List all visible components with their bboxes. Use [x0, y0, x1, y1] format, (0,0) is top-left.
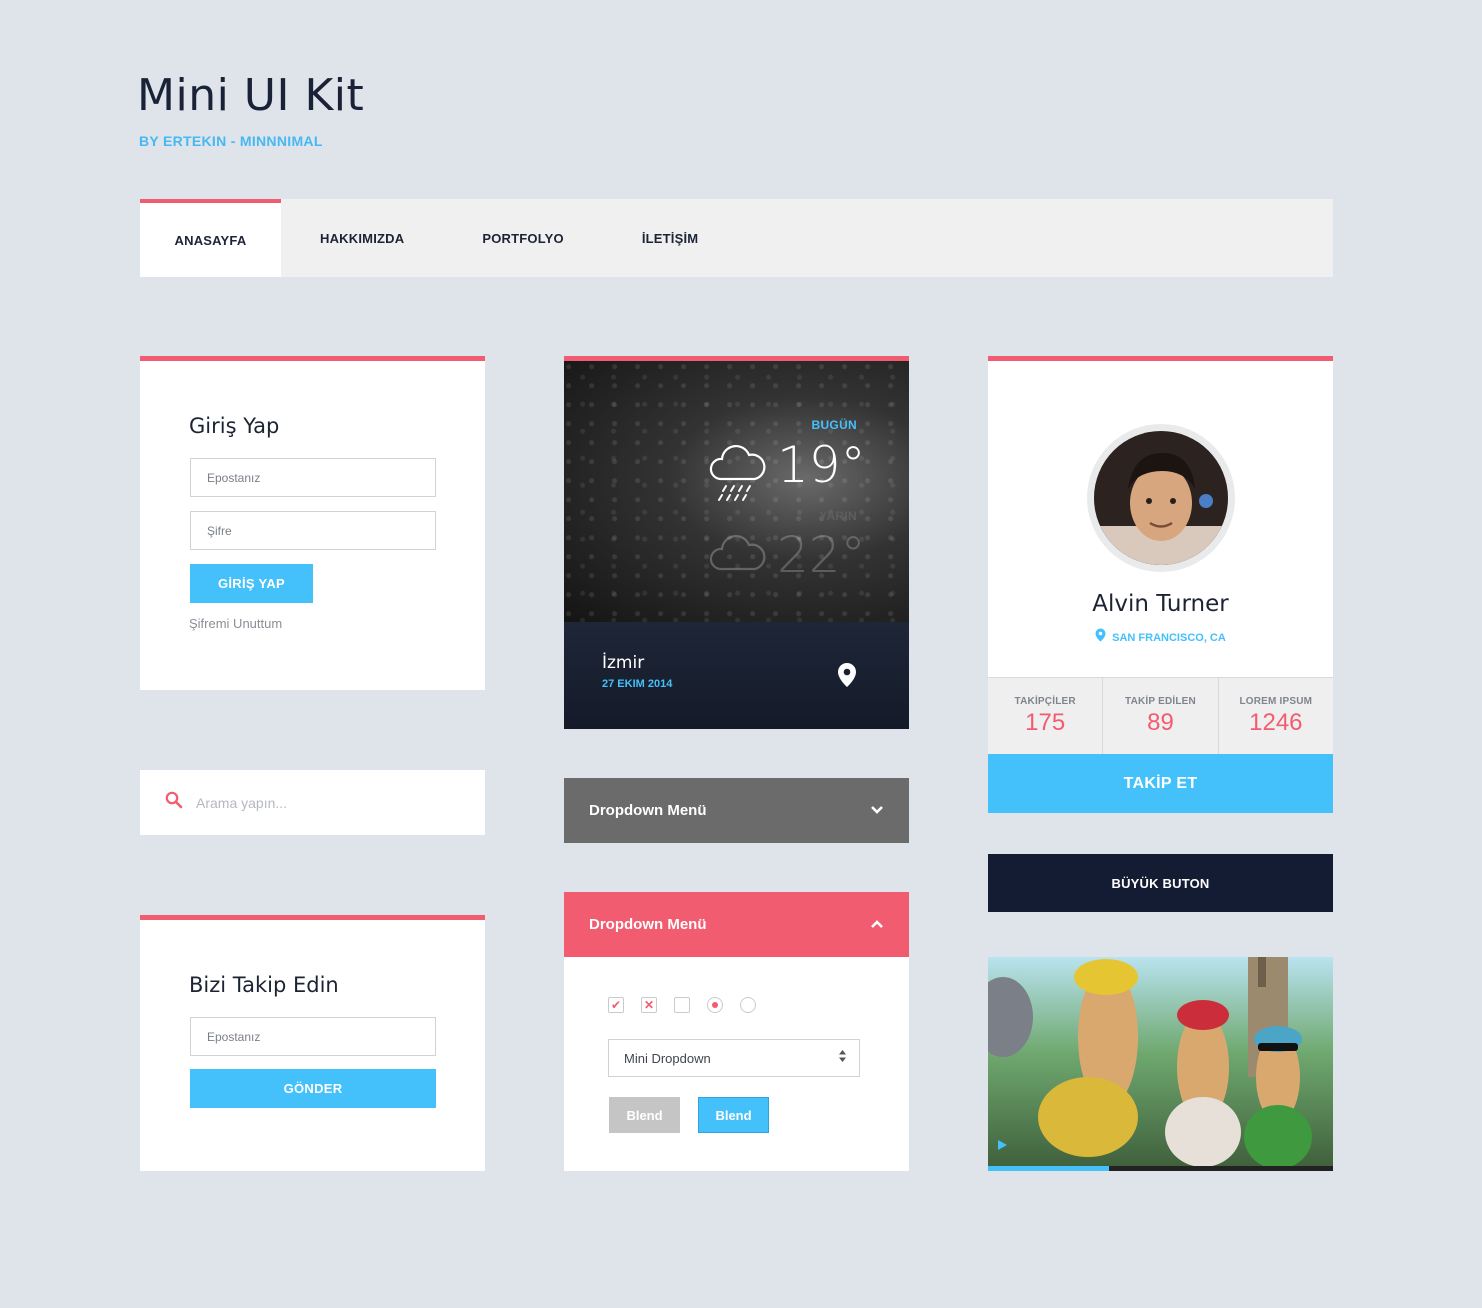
cloud-icon [706, 531, 770, 582]
select-arrows-icon [838, 1049, 847, 1068]
weather-date: 27 EKIM 2014 [602, 678, 673, 690]
location-pin-icon[interactable] [837, 662, 857, 693]
big-button[interactable]: BÜYÜK BUTON [988, 854, 1333, 912]
mini-dropdown[interactable]: Mini Dropdown [608, 1039, 860, 1077]
dropdown-menu-gray[interactable]: Dropdown Menü [564, 778, 909, 843]
location-pin-icon [1095, 628, 1106, 647]
chevron-down-icon [870, 802, 884, 820]
newsletter-email-field[interactable]: Epostanız [190, 1017, 436, 1056]
video-progress-fill [988, 1166, 1109, 1171]
login-title: Giriş Yap [189, 414, 280, 438]
forgot-password-link[interactable]: Şifremi Unuttum [189, 616, 282, 631]
search-box[interactable]: Arama yapın... [140, 770, 485, 835]
radio-empty[interactable] [740, 997, 756, 1013]
stat-lorem[interactable]: LOREM IPSUM 1246 [1219, 678, 1333, 754]
login-card: Giriş Yap Epostanız Şifre GİRİŞ YAP Şifr… [140, 356, 485, 690]
follow-button[interactable]: TAKİP ET [988, 754, 1333, 813]
profile-location: SAN FRANCISCO, CA [988, 628, 1333, 647]
newsletter-card: Bizi Takip Edin Epostanız GÖNDER [140, 915, 485, 1171]
checkbox-checked[interactable]: ✔ [608, 997, 624, 1013]
dropdown-panel: Dropdown Menü ✔ ✕ Mini Dropdown Blend Bl… [564, 892, 909, 1171]
newsletter-title: Bizi Takip Edin [189, 973, 339, 997]
radio-selected[interactable] [707, 997, 723, 1013]
blend-button-gray[interactable]: Blend [609, 1097, 680, 1133]
profile-card: Alvin Turner SAN FRANCISCO, CA TAKİPÇİLE… [988, 356, 1333, 813]
stat-label: TAKİP EDİLEN [1125, 695, 1196, 707]
tab-portfolyo[interactable]: PORTFOLYO [443, 199, 603, 277]
stat-followers[interactable]: TAKİPÇİLER 175 [988, 678, 1104, 754]
tab-iletisim[interactable]: İLETİŞİM [603, 199, 738, 277]
search-icon [165, 791, 183, 814]
mini-dropdown-label: Mini Dropdown [624, 1050, 711, 1066]
video-progress-track[interactable] [988, 1166, 1333, 1171]
newsletter-submit-button[interactable]: GÖNDER [190, 1069, 436, 1108]
weather-footer: İzmir 27 EKIM 2014 [564, 622, 909, 729]
avatar[interactable] [1094, 431, 1228, 565]
stat-label: TAKİPÇİLER [1014, 695, 1076, 707]
profile-stats: TAKİPÇİLER 175 TAKİP EDİLEN 89 LOREM IPS… [988, 677, 1333, 754]
dropdown-label: Dropdown Menü [589, 916, 707, 933]
checkbox-empty[interactable] [674, 997, 690, 1013]
tab-hakkimizda[interactable]: HAKKIMIZDA [281, 199, 443, 277]
weather-background-image: BUGÜN 19° YARIN 22° [564, 361, 909, 622]
profile-name: Alvin Turner [1092, 591, 1229, 617]
tab-anasayfa[interactable]: ANASAYFA [140, 199, 281, 277]
avatar-ring [1087, 424, 1235, 572]
video-frame-image [988, 957, 1312, 1169]
video-player[interactable] [988, 957, 1333, 1171]
page-title: Mini UI Kit [137, 70, 365, 121]
page-subtitle: BY ERTEKIN - MINNNIMAL [139, 133, 323, 149]
checkbox-crossed[interactable]: ✕ [641, 997, 657, 1013]
login-password-field[interactable]: Şifre [190, 511, 436, 550]
weather-today-label: BUGÜN [811, 418, 857, 432]
stat-value: 175 [1025, 708, 1066, 736]
chevron-up-icon [870, 916, 884, 934]
form-controls-row: ✔ ✕ [608, 997, 756, 1013]
dropdown-label: Dropdown Menü [589, 802, 707, 819]
login-submit-button[interactable]: GİRİŞ YAP [190, 564, 313, 603]
search-input[interactable]: Arama yapın... [196, 795, 287, 811]
stat-label: LOREM IPSUM [1239, 695, 1313, 707]
dropdown-menu-pink[interactable]: Dropdown Menü [564, 892, 909, 957]
stat-value: 1246 [1249, 708, 1303, 736]
weather-card: BUGÜN 19° YARIN 22° İzmir 27 EKIM 2014 [564, 356, 909, 729]
weather-tomorrow-label: YARIN [819, 509, 857, 523]
stat-value: 89 [1147, 708, 1174, 736]
weather-today-temp: 19° [777, 436, 866, 494]
profile-location-text: SAN FRANCISCO, CA [1112, 631, 1226, 644]
rain-cloud-icon [706, 441, 770, 508]
weather-tomorrow-temp: 22° [777, 526, 866, 584]
login-email-field[interactable]: Epostanız [190, 458, 436, 497]
blend-button-blue[interactable]: Blend [698, 1097, 769, 1133]
weather-city: İzmir [602, 653, 645, 673]
main-nav: ANASAYFA HAKKIMIZDA PORTFOLYO İLETİŞİM [140, 199, 1333, 277]
stat-following[interactable]: TAKİP EDİLEN 89 [1103, 678, 1219, 754]
